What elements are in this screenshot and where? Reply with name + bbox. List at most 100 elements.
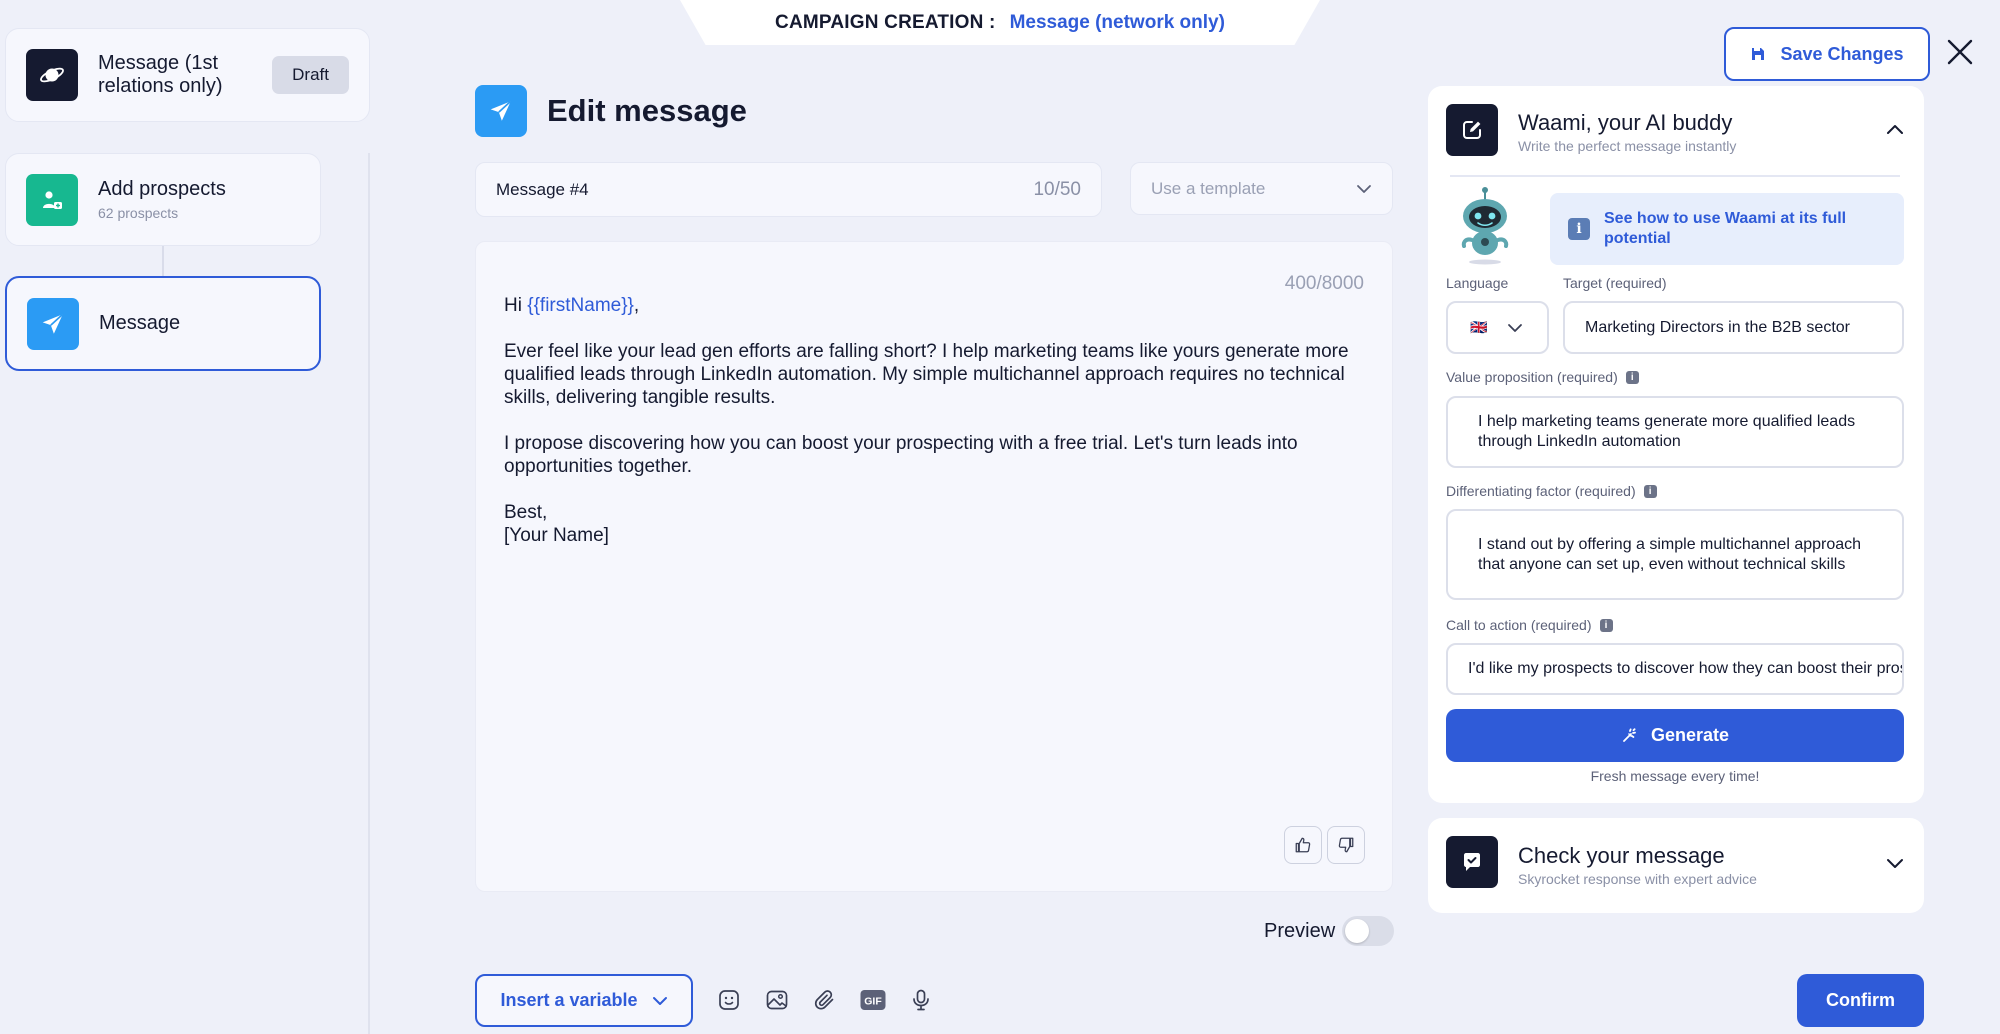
close-button[interactable] — [1945, 37, 1975, 67]
step-add-prospects[interactable]: Add prospects 62 prospects — [5, 153, 321, 246]
target-value: Marketing Directors in the B2B sector — [1585, 318, 1850, 336]
value-prop-value: I help marketing teams generate more qua… — [1478, 413, 1856, 450]
message-name-input[interactable]: Message #4 10/50 — [475, 162, 1102, 217]
first-name-variable[interactable]: {{firstName}} — [527, 295, 634, 316]
sidebar-divider — [368, 153, 370, 1034]
step-connector — [162, 246, 164, 276]
info-icon[interactable]: i — [1643, 484, 1657, 498]
target-input[interactable]: Marketing Directors in the B2B sector — [1563, 301, 1904, 354]
info-icon: i — [1568, 218, 1590, 240]
toggle-knob — [1345, 919, 1369, 943]
cta-value: I'd like my prospects to discover how th… — [1468, 660, 1902, 677]
message-paragraph: I propose discovering how you can boost … — [504, 433, 1298, 477]
info-icon[interactable]: i — [1625, 370, 1639, 384]
message-signature: [Your Name] — [504, 525, 609, 546]
chevron-up-icon — [1887, 125, 1903, 134]
waami-help-link[interactable]: i See how to use Waami at its full poten… — [1550, 193, 1904, 265]
planet-icon — [26, 49, 78, 101]
confirm-label: Confirm — [1826, 990, 1895, 1010]
insert-variable-button[interactable]: Insert a variable — [475, 974, 693, 1027]
thumbs-up-icon — [1295, 837, 1311, 853]
diff-factor-input[interactable]: I stand out by offering a simple multich… — [1446, 509, 1904, 600]
confirm-button[interactable]: Confirm — [1797, 974, 1924, 1027]
edit-pen-icon — [1446, 104, 1498, 156]
check-chat-icon — [1446, 836, 1498, 888]
collapse-button[interactable] — [1886, 122, 1906, 138]
microphone-button[interactable] — [907, 986, 935, 1014]
draft-badge: Draft — [272, 56, 349, 94]
attachment-icon — [814, 990, 834, 1010]
emoji-icon — [719, 990, 739, 1010]
image-icon — [766, 990, 788, 1010]
attachment-button[interactable] — [811, 986, 839, 1014]
add-user-icon — [26, 173, 78, 226]
check-message-subtitle: Skyrocket response with expert advice — [1518, 871, 1757, 887]
language-select[interactable]: 🇬🇧 — [1446, 301, 1549, 354]
ai-buddy-header[interactable]: Waami, your AI buddy Write the perfect m… — [1518, 110, 1736, 154]
thumbs-down-button[interactable] — [1327, 826, 1365, 864]
language-label: Language — [1446, 275, 1509, 291]
template-placeholder: Use a template — [1151, 178, 1266, 198]
thumbs-up-button[interactable] — [1284, 826, 1322, 864]
value-prop-label: Value proposition (required) i — [1446, 369, 1639, 385]
check-message-title: Check your message — [1518, 843, 1725, 868]
waami-help-text: See how to use Waami at its full potenti… — [1604, 210, 1847, 247]
page-title: Edit message — [547, 93, 747, 128]
svg-text:GIF: GIF — [864, 996, 882, 1008]
cta-label: Call to action (required) i — [1446, 617, 1613, 633]
message-body[interactable]: Hi {{firstName}}, Ever feel like your le… — [504, 294, 1364, 547]
check-message-header[interactable]: Check your message Skyrocket response wi… — [1518, 843, 1757, 887]
step-message-1st-relations[interactable]: Message (1st relations only) Draft — [5, 28, 370, 122]
gif-button[interactable]: GIF — [859, 986, 887, 1014]
preview-label: Preview — [1264, 920, 1336, 942]
step-title: Add prospects — [98, 178, 226, 200]
uk-flag-icon: 🇬🇧 — [1470, 319, 1488, 335]
cta-input[interactable]: I'd like my prospects to discover how th… — [1446, 643, 1904, 695]
template-select[interactable]: Use a template — [1130, 162, 1393, 215]
image-button[interactable] — [763, 986, 791, 1014]
chevron-down-icon — [652, 996, 667, 1005]
message-paragraph: Ever feel like your lead gen efforts are… — [504, 341, 1349, 408]
value-prop-input[interactable]: I help marketing teams generate more qua… — [1446, 396, 1904, 468]
panel-divider — [1450, 175, 1900, 177]
ai-buddy-subtitle: Write the perfect message instantly — [1518, 138, 1737, 154]
message-name-value: Message #4 — [496, 179, 589, 199]
generate-label: Generate — [1650, 725, 1730, 745]
robot-avatar — [1456, 186, 1514, 266]
name-char-counter: 10/50 — [1033, 178, 1081, 200]
message-signoff: Best, — [504, 502, 548, 523]
message-greeting: Hi {{firstName}}, — [504, 295, 640, 316]
save-changes-label: Save Changes — [1780, 43, 1904, 64]
step-title: Message (1st relations only) — [98, 52, 223, 97]
campaign-banner-value: Message (network only) — [1009, 11, 1225, 33]
message-editor[interactable]: 400/8000 Hi {{firstName}}, Ever feel lik… — [475, 241, 1393, 892]
prospect-count: 62 prospects — [98, 205, 179, 221]
magic-icon — [1623, 727, 1636, 742]
save-changes-button[interactable]: Save Changes — [1724, 27, 1930, 81]
microphone-icon — [913, 989, 929, 1011]
chevron-down-icon — [1887, 859, 1903, 868]
expand-button[interactable] — [1886, 856, 1906, 872]
message-char-counter: 400/8000 — [1284, 273, 1364, 294]
diff-factor-value: I stand out by offering a simple multich… — [1478, 535, 1862, 573]
emoji-button[interactable] — [715, 986, 743, 1014]
step-message-active[interactable]: Message — [5, 276, 321, 371]
gif-icon: GIF — [860, 990, 886, 1010]
save-icon — [1752, 48, 1765, 60]
chevron-down-icon — [1357, 184, 1371, 193]
target-label: Target (required) — [1563, 275, 1667, 291]
chevron-down-icon — [1508, 323, 1522, 332]
campaign-banner: CAMPAIGN CREATION : Message (network onl… — [680, 0, 1320, 45]
close-icon — [1947, 39, 1973, 65]
campaign-banner-label: CAMPAIGN CREATION : — [775, 11, 996, 33]
send-icon — [475, 85, 527, 137]
fresh-message-note: Fresh message every time! — [1590, 768, 1760, 784]
robot-icon — [1461, 187, 1509, 265]
generate-button[interactable]: Generate — [1446, 709, 1904, 762]
send-icon — [27, 297, 79, 350]
step-title: Message — [99, 312, 181, 334]
diff-factor-label: Differentiating factor (required) i — [1446, 483, 1657, 499]
ai-buddy-title: Waami, your AI buddy — [1518, 110, 1733, 135]
preview-toggle[interactable] — [1342, 916, 1394, 946]
info-icon[interactable]: i — [1599, 618, 1613, 632]
